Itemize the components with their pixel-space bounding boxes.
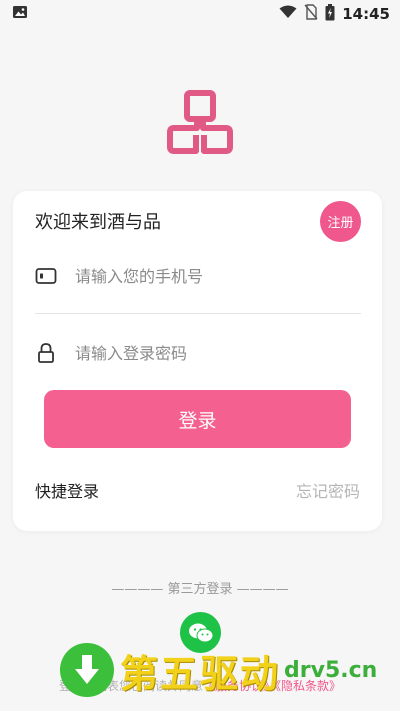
wechat-login-button[interactable] (180, 612, 221, 653)
phone-card-icon (35, 265, 57, 287)
wechat-icon (188, 623, 213, 642)
status-bar: 14:45 (0, 0, 400, 28)
agreement-prefix: 登录即代表您已阅读并同意 (58, 679, 203, 693)
wifi-icon (279, 5, 297, 23)
password-input[interactable] (75, 343, 335, 363)
status-right: 14:45 (279, 3, 390, 25)
agreement-link[interactable]: 《服务协议》《隐私条款》 (203, 679, 341, 693)
welcome-title: 欢迎来到酒与品 (35, 212, 161, 233)
login-button[interactable]: 登录 (44, 390, 351, 448)
forgot-password-link[interactable]: 忘记密码 (296, 478, 360, 502)
login-card: 欢迎来到酒与品 注册 登录 快捷登录 忘记密码 (13, 191, 382, 531)
clock: 14:45 (342, 5, 390, 23)
lock-icon (35, 342, 57, 364)
password-field (35, 333, 361, 373)
image-icon (12, 4, 28, 24)
no-sim-icon (304, 4, 318, 24)
phone-input[interactable] (75, 266, 335, 286)
quick-login-link[interactable]: 快捷登录 (35, 478, 99, 502)
third-party-title: ———— 第三方登录 ———— (111, 582, 289, 597)
register-button[interactable]: 注册 (320, 201, 361, 242)
liquor-logo-icon (167, 90, 233, 154)
field-divider (35, 313, 361, 314)
phone-field (35, 256, 361, 296)
agreement-text: 登录即代表您已阅读并同意《服务协议》《隐私条款》 (0, 677, 400, 694)
app-logo (164, 88, 236, 156)
battery-charging-icon (325, 3, 335, 25)
